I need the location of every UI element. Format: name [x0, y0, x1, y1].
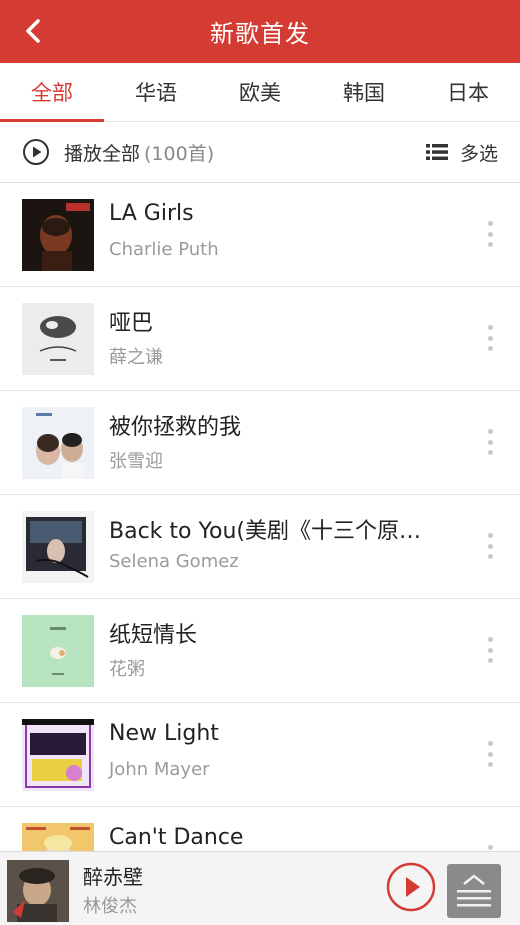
song-list: LA Girls Charlie Puth 哑巴 薛之谦 被你拯救的我 张雪迎 …: [0, 183, 520, 851]
song-title: New Light: [109, 721, 219, 746]
album-cover: [22, 511, 94, 583]
album-cover: [22, 615, 94, 687]
song-title: 哑巴: [109, 311, 154, 336]
category-tabs: 全部 华语 欧美 韩国 日本: [0, 63, 520, 122]
app-header: 新歌首发: [0, 0, 520, 63]
play-circle-icon: [23, 139, 49, 165]
more-options-icon[interactable]: [480, 429, 500, 455]
tab-korean[interactable]: 韩国: [312, 63, 416, 121]
album-cover: [22, 303, 94, 375]
song-artist: 花粥: [109, 659, 145, 680]
play-all-label: 播放全部: [64, 142, 141, 165]
song-artist: Charlie Puth: [109, 239, 219, 260]
play-icon: [386, 862, 436, 912]
song-row[interactable]: LA Girls Charlie Puth: [0, 183, 520, 287]
play-all-button[interactable]: 播放全部 (100首): [22, 138, 214, 166]
album-cover: [22, 407, 94, 479]
now-playing-title: 醉赤壁: [83, 865, 143, 889]
list-icon: [425, 144, 448, 160]
multi-select-button[interactable]: 多选: [425, 139, 498, 166]
list-toolbar: 播放全部 (100首) 多选: [0, 122, 520, 183]
playlist-queue-button[interactable]: [447, 864, 501, 918]
song-title: 纸短情长: [109, 623, 198, 648]
song-row[interactable]: Back to You(美剧《十三个原… Selena Gomez: [0, 495, 520, 599]
song-count: (100首): [144, 142, 215, 165]
more-options-icon[interactable]: [480, 741, 500, 767]
playlist-icon: [457, 874, 491, 907]
song-artist: Selena Gomez: [109, 551, 239, 572]
song-artist: 薛之谦: [109, 347, 163, 368]
back-arrow-icon: [26, 19, 40, 43]
back-button[interactable]: [18, 16, 48, 46]
tab-chinese[interactable]: 华语: [104, 63, 208, 121]
album-cover: [22, 719, 94, 791]
song-row[interactable]: 纸短情长 花粥: [0, 599, 520, 703]
play-button[interactable]: [386, 862, 436, 912]
album-cover: [22, 199, 94, 271]
more-options-icon[interactable]: [480, 221, 500, 247]
tab-all[interactable]: 全部: [0, 63, 104, 122]
now-playing-artist: 林俊杰: [83, 896, 137, 917]
song-row[interactable]: 哑巴 薛之谦: [0, 287, 520, 391]
tab-japanese[interactable]: 日本: [416, 63, 520, 121]
song-title: LA Girls: [109, 201, 194, 226]
more-options-icon[interactable]: [480, 637, 500, 663]
more-options-icon[interactable]: [480, 325, 500, 351]
multi-select-label: 多选: [459, 142, 498, 165]
song-row[interactable]: New Light John Mayer: [0, 703, 520, 807]
album-cover: [22, 823, 94, 851]
song-artist: John Mayer: [109, 759, 210, 780]
song-title: Can't Dance: [109, 825, 244, 850]
mini-player[interactable]: 醉赤壁 林俊杰: [0, 851, 520, 925]
more-options-icon[interactable]: [480, 533, 500, 559]
song-row[interactable]: 被你拯救的我 张雪迎: [0, 391, 520, 495]
page-title: 新歌首发: [210, 20, 310, 48]
now-playing-cover: [7, 860, 69, 922]
song-title: 被你拯救的我: [109, 415, 242, 440]
song-title: Back to You(美剧《十三个原…: [109, 519, 421, 544]
song-row[interactable]: Can't Dance: [0, 807, 520, 851]
tab-western[interactable]: 欧美: [208, 63, 312, 121]
song-artist: 张雪迎: [109, 451, 163, 472]
